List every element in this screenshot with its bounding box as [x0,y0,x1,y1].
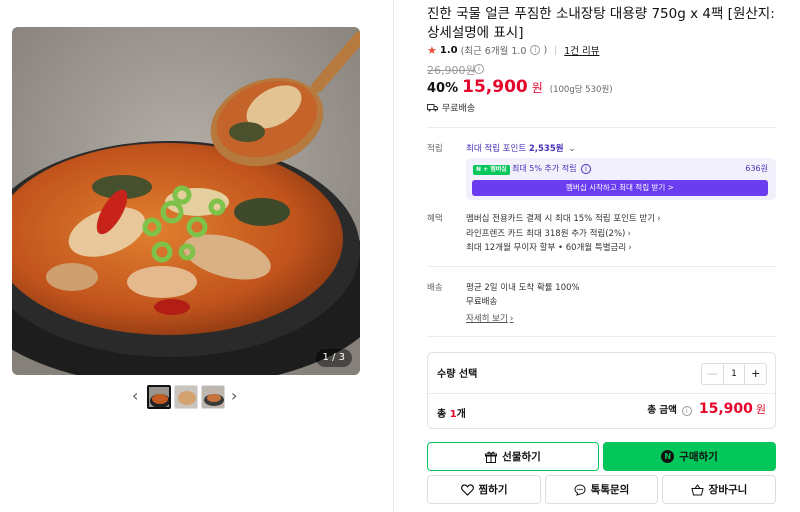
increase-button[interactable]: + [744,364,766,384]
talk-label: 톡톡문의 [590,484,630,496]
unit-price: (100g당 530원) [549,85,613,95]
cart-label: 장바구니 [708,484,748,496]
max-points-dropdown[interactable]: 최대 적립 포인트 2,535원 ⌄ [466,142,576,154]
rating-row: ★ 1.0 (최근 6개월 1.0 i) 1건 리뷰 [427,43,599,58]
benefit-text: 최대 12개월 무이자 할부 • 60개월 특별금리 [466,243,627,253]
thumbnail-3[interactable] [201,384,225,409]
column-divider [393,0,394,512]
total-count-suffix: 개 [456,409,466,420]
thumbnail-2[interactable] [174,384,198,409]
delivery-label: 배송 [427,283,443,293]
quantity-label: 수량 선택 [437,369,478,380]
star-icon: ★ [427,43,437,57]
chevron-right-icon: › [657,214,661,224]
talk-inquiry-button[interactable]: 톡톡문의 [545,475,658,504]
chevron-right-icon: › [628,243,632,253]
thumbnail-image [175,385,197,408]
info-icon[interactable]: i [681,406,692,416]
total-count-prefix: 총 [437,409,450,420]
divider [427,336,776,337]
price-row: 40% 15,900 원 (100g당 530원) [427,77,613,97]
thumbnail-1[interactable] [147,384,171,409]
max-points-text: 최대 적립 포인트 [466,144,529,154]
gift-button[interactable]: 선물하기 [427,442,599,471]
info-icon[interactable]: i [581,163,592,174]
review-link[interactable]: 1건 리뷰 [564,43,599,57]
membership-text-value: 최대 5% 추가 적립 [512,164,577,173]
divider [427,127,776,128]
free-shipping-row: 무료배송 [427,101,475,114]
chevron-right-icon: › [231,386,238,405]
benefit-text: 라인프렌즈 카드 최대 318원 추가 적립(2%) [466,229,626,239]
chevron-down-icon: ⌄ [568,144,576,154]
buy-label: 구매하기 [679,451,718,463]
benefit-item[interactable]: 라인프렌즈 카드 최대 318원 추가 적립(2%) › [466,227,631,239]
membership-box: N + 멤버십 최대 5% 추가 적립 i 636원 멤버십 시작하고 최대 적… [466,158,776,200]
delivery-estimate: 평균 2일 이내 도착 확률 100% [466,283,580,293]
chevron-left-icon: ‹ [132,386,139,405]
total-price: 15,900 [698,401,753,417]
sale-price: 15,900 [462,77,528,97]
rating-close: ) [543,44,548,56]
wishlist-button[interactable]: 찜하기 [427,475,541,504]
original-price-row: 26,900원 [427,62,476,78]
info-icon[interactable]: i [530,45,541,55]
detail-link-text: 자세히 보기 [466,314,508,324]
quantity-stepper: — 1 + [701,363,767,385]
image-counter: 1 / 3 [315,349,352,367]
thumbnail-strip [147,384,227,409]
max-points-value: 2,535원 [528,144,564,154]
benefits-label: 혜택 [427,214,443,224]
price-currency: 원 [531,81,543,95]
membership-text: 최대 5% 추가 적립 i [512,163,592,174]
wishlist-label: 찜하기 [478,484,508,496]
product-title: 진한 국물 얼큰 푸짐한 소내장탕 대용량 750g x 4팩 [원산지: 상세… [427,6,775,41]
divider [427,266,776,267]
total-count: 총 1개 [437,405,466,420]
quantity-input[interactable]: 1 [724,364,745,384]
membership-points: 636원 [745,164,768,173]
gift-label: 선물하기 [502,451,541,463]
free-shipping-label: 무료배송 [442,104,476,114]
gallery-next-button[interactable]: › [231,387,237,405]
membership-start-button[interactable]: 멤버십 시작하고 최대 적립 받기 > [472,180,768,196]
membership-badge: N + 멤버십 [473,165,510,175]
total-currency: 원 [755,403,766,416]
total-count-value: 1 [449,409,457,420]
stew-photo [12,27,360,375]
delivery-fee: 무료배송 [466,297,498,307]
truck-icon [427,103,438,111]
cart-button[interactable]: 장바구니 [662,475,776,504]
original-price: 26,900원 [427,64,476,77]
quantity-box: 수량 선택 — 1 + 총 1개 총 금액 i 15,900 원 [427,352,776,429]
chevron-right-icon: › [627,229,631,239]
divider [428,393,775,394]
heart-icon [460,483,474,496]
gift-icon [485,451,498,463]
gallery-prev-button[interactable]: ‹ [132,387,138,405]
buy-button[interactable]: N 구매하기 [603,442,776,471]
benefit-item[interactable]: 최대 12개월 무이자 할부 • 60개월 특별금리 › [466,241,632,253]
benefit-text: 멤버십 전용카드 결제 시 최대 15% 적립 포인트 받기 [466,214,656,224]
rating-note: (최근 6개월 1.0 [460,46,527,57]
benefit-item[interactable]: 멤버십 전용카드 결제 시 최대 15% 적립 포인트 받기 › [466,212,661,224]
points-label: 적립 [427,144,443,154]
chevron-right-icon: › [509,314,514,324]
product-main-image[interactable]: 1 / 3 [12,27,360,375]
thumbnail-image [202,385,224,408]
thumbnail-image [149,386,169,407]
naver-pay-icon: N [661,450,675,463]
chat-bubble-icon [574,483,586,496]
total-price-row: 총 금액 i 15,900 원 [647,401,766,417]
price-info-icon[interactable]: i [474,64,484,74]
total-price-label: 총 금액 [647,405,677,416]
separator [555,45,557,55]
rating-score: 1.0 [439,44,458,56]
delivery-detail-link[interactable]: 자세히 보기 › [466,312,513,324]
shopping-basket-icon [691,483,704,495]
discount-rate: 40% [427,81,459,96]
decrease-button[interactable]: — [702,364,724,384]
